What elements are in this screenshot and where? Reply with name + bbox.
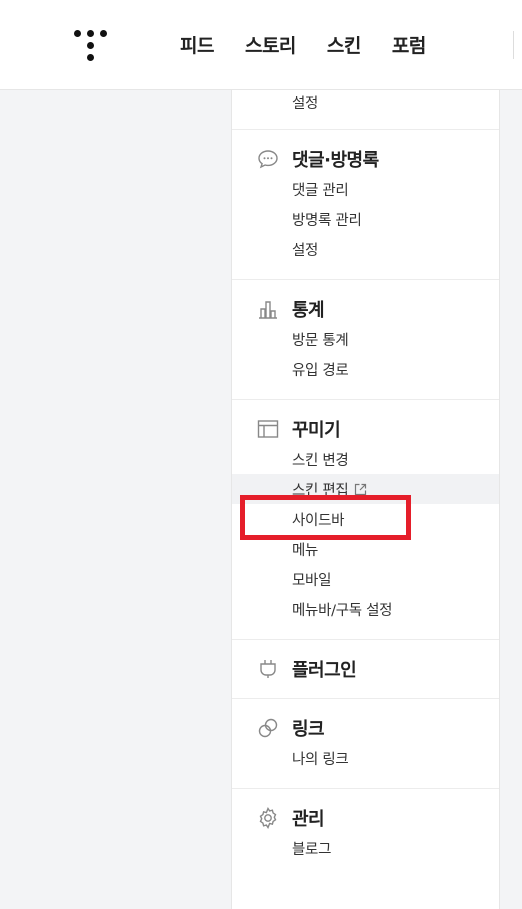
nav-feed[interactable]: 피드	[180, 31, 214, 58]
sidebar-item-settings[interactable]: 설정	[232, 90, 499, 114]
nav-skin[interactable]: 스킨	[327, 31, 361, 58]
admin-sidebar: 설정 댓글·방명록 댓글 관리 방명록 관리 설정 통계 방문 통계 유입 경로	[231, 90, 500, 909]
section-header-decorate[interactable]: 꾸미기	[232, 414, 499, 444]
section-plugins: 플러그인	[232, 640, 499, 699]
section-header-links[interactable]: 링크	[232, 713, 499, 743]
section-header-plugins[interactable]: 플러그인	[232, 654, 499, 684]
link-icon	[258, 718, 278, 738]
divider	[513, 31, 514, 59]
section-title: 링크	[292, 719, 325, 740]
section-header-manage[interactable]: 관리	[232, 803, 499, 833]
section-partial: 설정	[232, 90, 499, 130]
section-title: 플러그인	[292, 660, 357, 681]
main-nav: 피드 스토리 스킨 포럼	[180, 31, 457, 58]
sidebar-item-skin-edit[interactable]: 스킨 편집	[232, 474, 499, 504]
sidebar-item-my-links[interactable]: 나의 링크	[232, 743, 499, 773]
section-title: 꾸미기	[292, 420, 341, 441]
sidebar-item-menubar-subscribe[interactable]: 메뉴바/구독 설정	[232, 594, 499, 624]
section-links: 링크 나의 링크	[232, 699, 499, 789]
plug-icon	[260, 660, 276, 678]
sidebar-item-comment-settings[interactable]: 설정	[232, 234, 499, 264]
sidebar-item-mobile[interactable]: 모바일	[232, 564, 499, 594]
top-navigation-bar: 피드 스토리 스킨 포럼	[0, 0, 522, 90]
nav-forum[interactable]: 포럼	[392, 31, 426, 58]
layout-icon	[257, 420, 279, 438]
speech-bubble-icon	[258, 150, 278, 169]
section-stats: 통계 방문 통계 유입 경로	[232, 280, 499, 400]
section-title: 통계	[292, 300, 325, 321]
section-title: 댓글·방명록	[292, 150, 379, 171]
sidebar-item-referrer[interactable]: 유입 경로	[232, 354, 499, 384]
sidebar-item-skin-change[interactable]: 스킨 변경	[232, 444, 499, 474]
section-header-stats[interactable]: 통계	[232, 294, 499, 324]
gear-icon	[259, 807, 277, 829]
sidebar-item-label: 스킨 편집	[292, 482, 349, 499]
tistory-logo-icon[interactable]	[74, 28, 108, 62]
section-comments: 댓글·방명록 댓글 관리 방명록 관리 설정	[232, 130, 499, 280]
external-link-icon	[355, 483, 367, 495]
nav-story[interactable]: 스토리	[245, 31, 296, 58]
sidebar-item-blog[interactable]: 블로그	[232, 833, 499, 863]
sidebar-item-visit-stats[interactable]: 방문 통계	[232, 324, 499, 354]
sidebar-item-guestbook-manage[interactable]: 방명록 관리	[232, 204, 499, 234]
section-header-comments[interactable]: 댓글·방명록	[232, 144, 499, 174]
sidebar-item-comment-manage[interactable]: 댓글 관리	[232, 174, 499, 204]
sidebar-item-sidebar[interactable]: 사이드바	[232, 504, 499, 534]
sidebar-item-menu[interactable]: 메뉴	[232, 534, 499, 564]
section-manage: 관리 블로그	[232, 789, 499, 878]
bar-chart-icon	[259, 301, 277, 319]
section-title: 관리	[292, 809, 325, 830]
section-decorate: 꾸미기 스킨 변경 스킨 편집 사이드바 메뉴 모바일 메뉴바/구독 설정	[232, 400, 499, 640]
